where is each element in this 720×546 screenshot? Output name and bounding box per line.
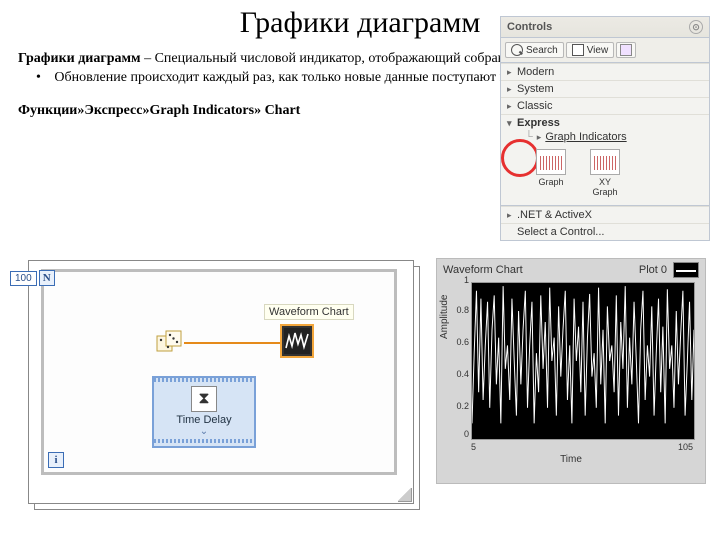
graph-indicators-label: Graph Indicators [545,131,626,143]
highlight-ring [501,139,539,177]
for-loop[interactable]: 100 N i Waveform Chart [41,269,397,475]
chevron-right-icon: ▸ [507,101,517,112]
y-ticks: 1 0.8 0.6 0.4 0.2 0 [447,279,471,437]
thumb-graph[interactable]: Graph [535,149,567,187]
row-label: Modern [517,66,703,78]
ytick: 0 [447,429,469,439]
waveform-chart-label: Waveform Chart [264,304,354,320]
chart-plot-area[interactable] [471,282,695,440]
palette-row-classic[interactable]: ▸ Classic [501,97,709,114]
block-diagram: 100 N i Waveform Chart [28,260,420,510]
intro-bold: Графики диаграмм [18,51,141,66]
wire [184,342,280,344]
thumb-xy-graph[interactable]: XY Graph [589,149,621,197]
row-label: .NET & ActiveX [517,209,703,221]
random-number-node[interactable] [156,330,184,354]
resize-handle[interactable] [398,488,412,502]
legend-label: Plot 0 [639,264,667,276]
chart-legend[interactable]: Plot 0 [639,262,699,278]
ytick: 0.2 [447,401,469,411]
palette-row-select[interactable]: Select a Control... [501,223,709,240]
x-ticks: 5 105 [471,442,693,452]
chevron-right-icon: ▸ [537,132,542,143]
n-value: 100 [10,271,37,286]
xy-graph-icon [590,149,620,175]
view-icon [572,44,584,56]
xtick-max: 105 [678,442,693,452]
palette-sub-graph-indicators[interactable]: └ ▸ Graph Indicators [501,131,709,143]
grid-button[interactable] [616,42,636,58]
y-axis-label: Amplitude [439,295,450,339]
ytick: 0.8 [447,305,469,315]
chevron-down-icon[interactable]: ⌄ [154,426,254,437]
palette-row-express[interactable]: ▾ Express [501,114,709,131]
palette-row-net[interactable]: ▸ .NET & ActiveX [501,206,709,223]
ytick: 0.6 [447,337,469,347]
search-button[interactable]: Search [505,42,564,58]
chevron-down-icon: ▾ [507,118,517,129]
palette-row-system[interactable]: ▸ System [501,80,709,97]
search-icon [511,44,523,56]
chevron-right-icon: ▸ [507,84,517,95]
pin-icon[interactable]: ⊙ [689,20,703,34]
graph-icon [536,149,566,175]
ytick: 0.4 [447,369,469,379]
ytick: 1 [447,275,469,285]
decoration-bottom [154,439,254,443]
waveform-chart-panel: Waveform Chart Plot 0 1 0.8 0.6 0.4 0.2 … [436,258,706,484]
palette-row-modern[interactable]: ▸ Modern [501,63,709,80]
waveform-chart-terminal[interactable] [280,324,314,358]
n-box: N [39,270,55,286]
row-label: System [517,83,703,95]
x-axis-label: Time [437,454,705,465]
sheet: 100 N i Waveform Chart [28,260,414,504]
row-label: Select a Control... [517,226,703,238]
hourglass-icon: ⧗ [191,386,217,412]
view-button[interactable]: View [566,42,615,58]
view-label: View [587,45,609,56]
time-delay-label: Time Delay [154,414,254,426]
palette-toolbar: Search View [501,38,709,63]
n-terminal[interactable]: 100 N [10,270,55,286]
chevron-right-icon: ▸ [507,67,517,78]
chevron-right-icon: ▸ [507,210,517,221]
row-label: Classic [517,100,703,112]
palette-thumbs: Graph XY Graph [501,143,709,206]
i-terminal[interactable]: i [48,452,64,468]
grid-icon [620,44,632,56]
search-label: Search [526,45,558,56]
thumb-label: XY Graph [589,177,621,197]
palette-title: Controls [507,21,552,33]
legend-swatch [673,262,699,278]
row-label: Express [517,117,703,129]
xtick-min: 5 [471,442,476,452]
thumb-label: Graph [535,177,567,187]
palette-header[interactable]: Controls ⊙ [501,17,709,38]
time-delay-node[interactable]: ⧗ Time Delay ⌄ [152,376,256,448]
controls-palette: Controls ⊙ Search View ▸ Modern ▸ System… [500,16,710,241]
